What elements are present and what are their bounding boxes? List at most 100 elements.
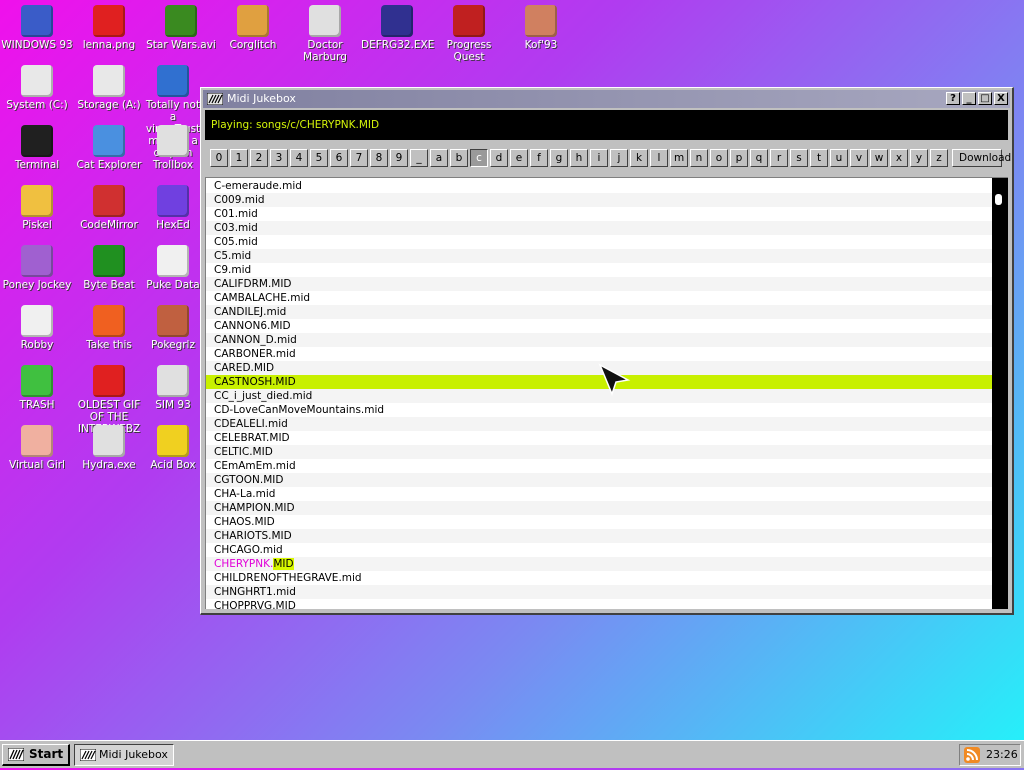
desktop-icon[interactable]: Puke Data bbox=[145, 245, 201, 291]
letter-button[interactable]: 9 bbox=[390, 149, 408, 167]
file-list-item[interactable]: CEmAmEm.mid bbox=[206, 459, 992, 473]
letter-button[interactable]: o bbox=[710, 149, 728, 167]
close-button[interactable]: X bbox=[994, 92, 1008, 105]
file-list-item[interactable]: CARBONER.mid bbox=[206, 347, 992, 361]
letter-button[interactable]: j bbox=[610, 149, 628, 167]
letter-button[interactable]: 4 bbox=[290, 149, 308, 167]
desktop-icon[interactable]: Robby bbox=[1, 305, 73, 351]
desktop-icon[interactable]: Doctor Marburg bbox=[289, 5, 361, 63]
desktop-icon[interactable]: Hydra.exe bbox=[73, 425, 145, 471]
desktop-icon[interactable]: Kof'93 bbox=[505, 5, 577, 51]
desktop-icon[interactable]: Byte Beat bbox=[73, 245, 145, 291]
letter-button[interactable]: _ bbox=[410, 149, 428, 167]
letter-button[interactable]: i bbox=[590, 149, 608, 167]
file-list-item[interactable]: C009.mid bbox=[206, 193, 992, 207]
file-list-item[interactable]: CANDILEJ.mid bbox=[206, 305, 992, 319]
file-list-item[interactable]: C-emeraude.mid bbox=[206, 179, 992, 193]
letter-button[interactable]: 1 bbox=[230, 149, 248, 167]
letter-button[interactable]: f bbox=[530, 149, 548, 167]
file-list-item[interactable]: C01.mid bbox=[206, 207, 992, 221]
letter-button[interactable]: a bbox=[430, 149, 448, 167]
scrollbar[interactable] bbox=[992, 178, 1008, 609]
letter-button[interactable]: w bbox=[870, 149, 888, 167]
file-list-item[interactable]: CELTIC.MID bbox=[206, 445, 992, 459]
desktop-icon[interactable]: TRASH bbox=[1, 365, 73, 411]
letter-button[interactable]: z bbox=[930, 149, 948, 167]
desktop-icon[interactable]: Cat Explorer bbox=[73, 125, 145, 171]
taskbar-item-midi-jukebox[interactable]: Midi Jukebox bbox=[74, 744, 174, 766]
desktop-icon[interactable]: Progress Quest bbox=[433, 5, 505, 63]
letter-button[interactable]: 0 bbox=[210, 149, 228, 167]
file-list-item[interactable]: CALIFDRM.MID bbox=[206, 277, 992, 291]
letter-button[interactable]: e bbox=[510, 149, 528, 167]
letter-button[interactable]: g bbox=[550, 149, 568, 167]
scrollbar-thumb[interactable] bbox=[995, 194, 1002, 205]
letter-button[interactable]: m bbox=[670, 149, 688, 167]
file-list-item[interactable]: C5.mid bbox=[206, 249, 992, 263]
file-list-item[interactable]: CD-LoveCanMoveMountains.mid bbox=[206, 403, 992, 417]
letter-button[interactable]: 2 bbox=[250, 149, 268, 167]
file-list-item[interactable]: CANNON_D.mid bbox=[206, 333, 992, 347]
desktop-icon[interactable]: Star Wars.avi bbox=[145, 5, 217, 51]
file-list-item[interactable]: CHNGHRT1.mid bbox=[206, 585, 992, 599]
desktop-icon[interactable]: Trollbox bbox=[145, 125, 201, 171]
desktop-icon[interactable]: HexEd bbox=[145, 185, 201, 231]
letter-button[interactable]: p bbox=[730, 149, 748, 167]
file-list-item[interactable]: CHAMPION.MID bbox=[206, 501, 992, 515]
desktop-icon[interactable]: Corglitch bbox=[217, 5, 289, 51]
letter-button[interactable]: 3 bbox=[270, 149, 288, 167]
file-list-item[interactable]: CAMBALACHE.mid bbox=[206, 291, 992, 305]
rss-icon[interactable] bbox=[964, 747, 980, 763]
file-list-item[interactable]: CHAOS.MID bbox=[206, 515, 992, 529]
file-list-item[interactable]: C9.mid bbox=[206, 263, 992, 277]
letter-button[interactable]: l bbox=[650, 149, 668, 167]
letter-button[interactable]: d bbox=[490, 149, 508, 167]
file-list-item[interactable]: CGTOON.MID bbox=[206, 473, 992, 487]
file-list-item[interactable]: CHARIOTS.MID bbox=[206, 529, 992, 543]
title-bar[interactable]: Midi Jukebox ? _ □ X bbox=[203, 90, 1010, 108]
desktop-icon[interactable]: Storage (A:) bbox=[73, 65, 145, 111]
start-button[interactable]: Start bbox=[2, 744, 70, 766]
desktop-icon[interactable]: WINDOWS 93 bbox=[1, 5, 73, 51]
file-list-item[interactable]: CHERYPNK.MID bbox=[206, 557, 992, 571]
letter-button[interactable]: v bbox=[850, 149, 868, 167]
desktop-icon[interactable]: Piskel bbox=[1, 185, 73, 231]
file-list-item[interactable]: CHILDRENOFTHEGRAVE.mid bbox=[206, 571, 992, 585]
letter-button[interactable]: y bbox=[910, 149, 928, 167]
desktop-icon[interactable]: Acid Box bbox=[145, 425, 201, 471]
desktop-icon[interactable]: Take this bbox=[73, 305, 145, 351]
file-list-item[interactable]: C05.mid bbox=[206, 235, 992, 249]
maximize-button[interactable]: □ bbox=[978, 92, 992, 105]
desktop-icon[interactable]: System (C:) bbox=[1, 65, 73, 111]
letter-button[interactable]: h bbox=[570, 149, 588, 167]
letter-button[interactable]: 7 bbox=[350, 149, 368, 167]
desktop-icon[interactable]: Virtual Girl bbox=[1, 425, 73, 471]
minimize-button[interactable]: _ bbox=[962, 92, 976, 105]
file-list-item[interactable]: CHOPPRVG.MID bbox=[206, 599, 992, 609]
letter-button[interactable]: n bbox=[690, 149, 708, 167]
file-list-item[interactable]: CHCAGO.mid bbox=[206, 543, 992, 557]
file-list-item[interactable]: CDEALELI.mid bbox=[206, 417, 992, 431]
letter-button[interactable]: q bbox=[750, 149, 768, 167]
download-button[interactable]: Download bbox=[952, 149, 1011, 167]
desktop-icon[interactable]: Terminal bbox=[1, 125, 73, 171]
letter-button[interactable]: 5 bbox=[310, 149, 328, 167]
letter-button[interactable]: u bbox=[830, 149, 848, 167]
letter-button[interactable]: b bbox=[450, 149, 468, 167]
file-list-item[interactable]: CELEBRAT.MID bbox=[206, 431, 992, 445]
letter-button[interactable]: 8 bbox=[370, 149, 388, 167]
letter-button[interactable]: 6 bbox=[330, 149, 348, 167]
letter-button[interactable]: c bbox=[470, 149, 488, 167]
letter-button[interactable]: s bbox=[790, 149, 808, 167]
desktop-icon[interactable]: lenna.png bbox=[73, 5, 145, 51]
desktop-icon[interactable]: Poney Jockey bbox=[1, 245, 73, 291]
letter-button[interactable]: k bbox=[630, 149, 648, 167]
file-list-item[interactable]: CANNON6.MID bbox=[206, 319, 992, 333]
desktop-icon[interactable]: CodeMirror bbox=[73, 185, 145, 231]
letter-button[interactable]: r bbox=[770, 149, 788, 167]
help-button[interactable]: ? bbox=[946, 92, 960, 105]
letter-button[interactable]: x bbox=[890, 149, 908, 167]
desktop-icon[interactable]: Pokegrlz bbox=[145, 305, 201, 351]
desktop-icon[interactable]: DEFRG32.EXE bbox=[361, 5, 434, 51]
letter-button[interactable]: t bbox=[810, 149, 828, 167]
